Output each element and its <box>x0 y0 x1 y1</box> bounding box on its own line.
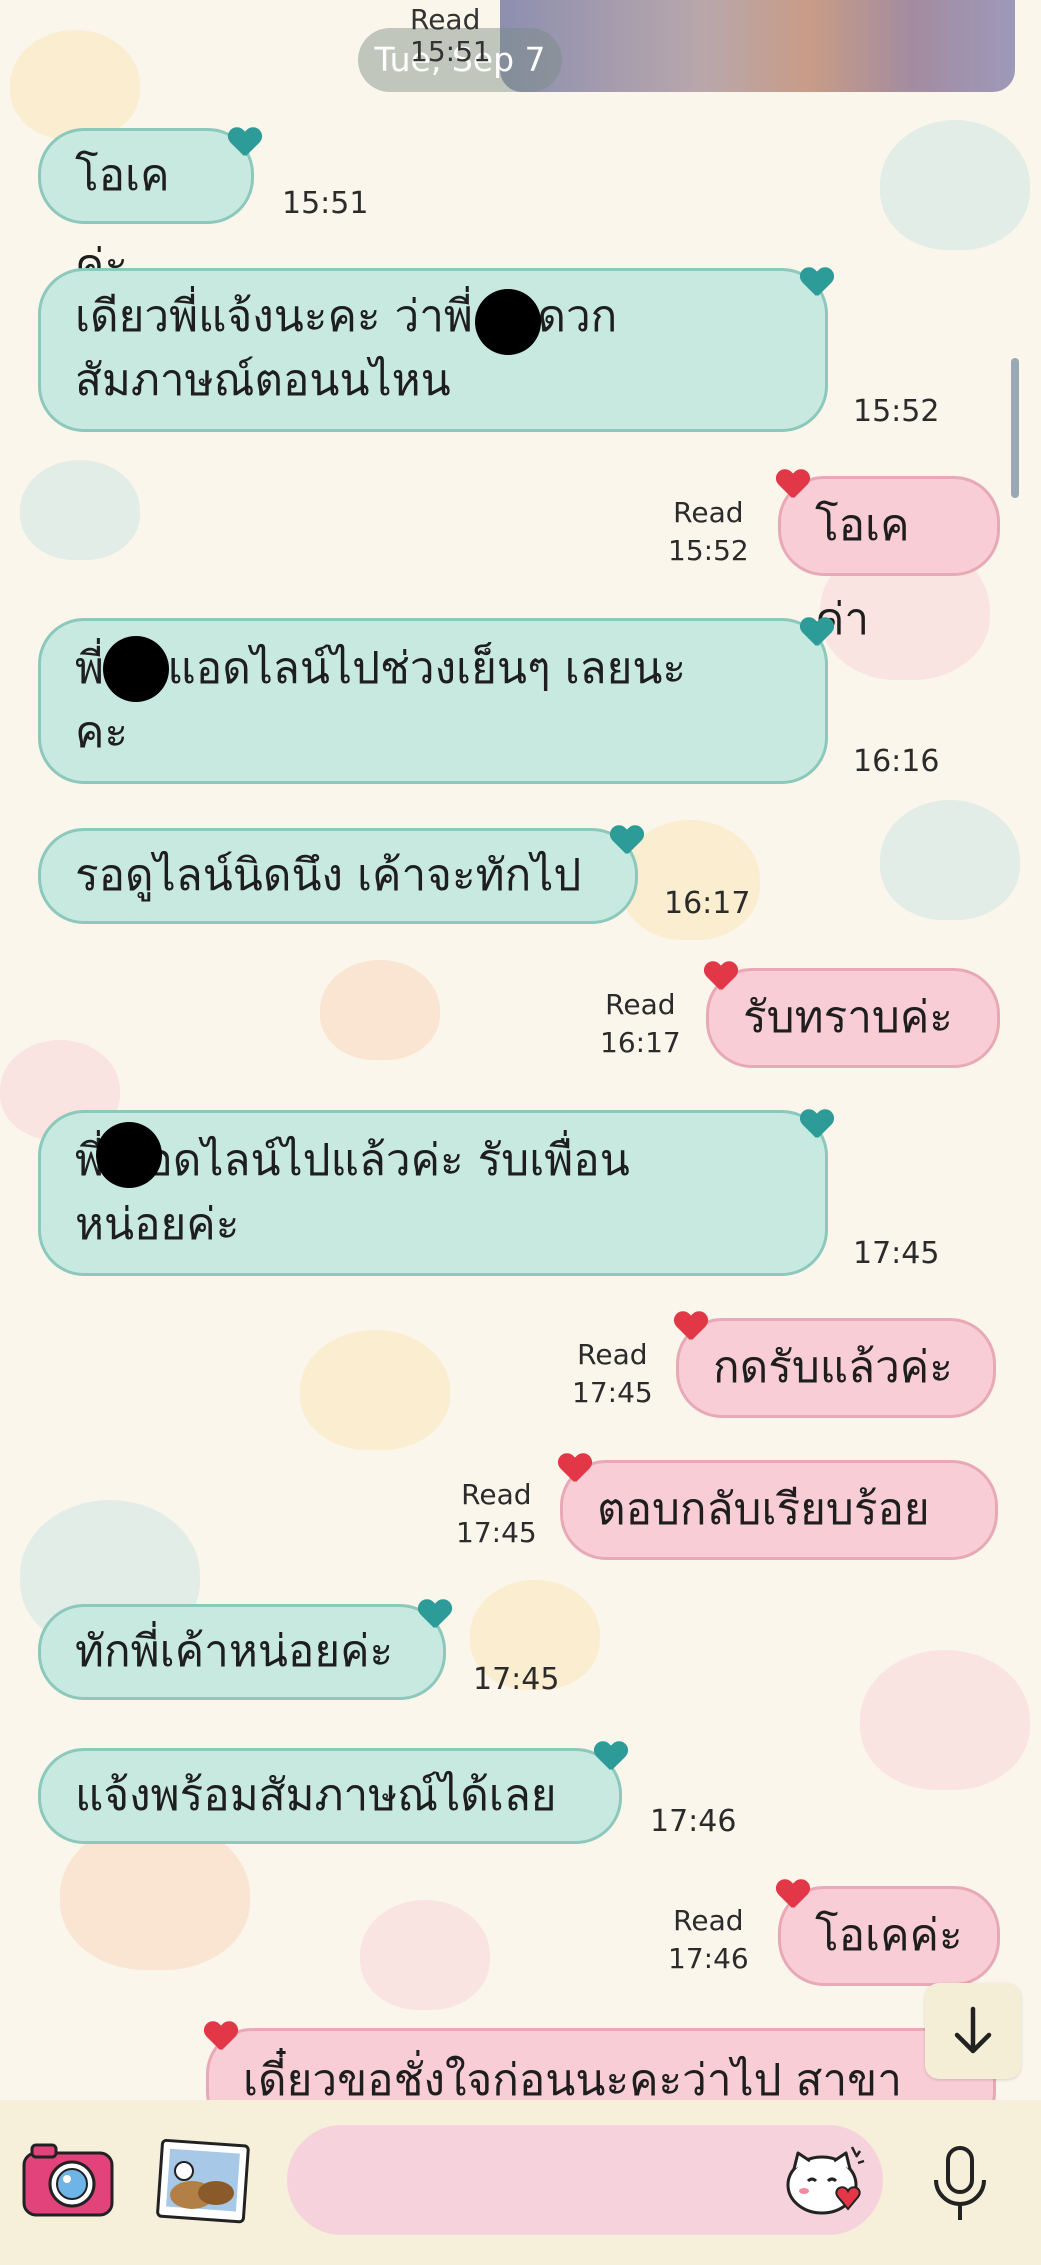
read-receipt: Read 17:46 <box>668 1904 749 1975</box>
message-bubble: กดรับแล้วค่ะ <box>676 1318 996 1418</box>
message-bubble: โอเคค่า <box>778 476 1000 645</box>
media-preview-thumbnail[interactable] <box>500 0 1015 92</box>
message-text: ทักพี่เค้าหน่อยค่ะ <box>75 1626 394 1677</box>
message-text: แจ้งพร้อมสัมภาษณ์ได้เลย <box>75 1770 557 1821</box>
heart-icon <box>594 1742 628 1772</box>
read-receipt-top: Read 15:51 <box>410 3 491 68</box>
heart-icon <box>800 1110 834 1140</box>
heart-icon <box>418 1600 452 1630</box>
message-time: 16:16 <box>853 744 940 779</box>
message-text-line: หน่อยค่ะ <box>75 1199 240 1250</box>
message-text: ตอบกลับเรียบร้อย <box>597 1484 930 1535</box>
message-text-line: พี่ แอดไลน์ไปแล้วค่ะ รับเพื่อน <box>75 1135 630 1186</box>
heart-icon <box>204 2022 238 2052</box>
read-receipt: Read 15:52 <box>668 496 749 567</box>
message-time: 15:51 <box>282 186 369 221</box>
message-time: 15:52 <box>853 394 940 429</box>
heart-icon <box>800 268 834 298</box>
message-bubble: ทักพี่เค้าหน่อยค่ะ <box>38 1604 446 1700</box>
message-text-line: พี่ จะแอดไลน์ไปช่วงเย็นๆ เลยนะ <box>75 643 687 694</box>
heart-icon <box>558 1454 592 1484</box>
heart-icon <box>776 1880 810 1910</box>
message-bubble: รับทราบค่ะ <box>706 968 1000 1068</box>
redaction-mark <box>475 289 541 355</box>
message-text-line: สัมภาษณ์ตอนนไหน <box>75 355 451 406</box>
message-time: 17:46 <box>650 1804 737 1839</box>
scrollbar-thumb[interactable] <box>1011 358 1019 498</box>
gallery-button[interactable] <box>152 2135 252 2225</box>
scroll-to-bottom-button[interactable] <box>925 1983 1021 2079</box>
message-text: โอเคค่ะ <box>815 1910 963 1961</box>
message-time: 17:45 <box>473 1662 560 1697</box>
message-text: รอดูไลน์นิดนึง เค้าจะทักไป <box>75 850 582 901</box>
heart-icon <box>228 128 262 158</box>
message-bubble: โอเคค่ะ <box>38 128 254 291</box>
read-receipt: Read 17:45 <box>572 1338 653 1409</box>
camera-icon <box>22 2143 114 2217</box>
message-bubble: โอเคค่ะ <box>778 1886 1000 1986</box>
heart-icon <box>776 470 810 500</box>
microphone-icon <box>934 2146 986 2220</box>
message-bubble: พี่ แอดไลน์ไปแล้วค่ะ รับเพื่อน หน่อยค่ะ <box>38 1110 828 1276</box>
message-text: กดรับแล้วค่ะ <box>713 1342 953 1393</box>
sticker-icon <box>786 2146 865 2215</box>
heart-icon <box>800 618 834 648</box>
heart-icon <box>674 1312 708 1342</box>
voice-message-button[interactable] <box>920 2140 1000 2230</box>
heart-icon <box>610 826 644 856</box>
sticker-button[interactable] <box>780 2135 870 2225</box>
message-text: เดี๋ยวขอชั่งใจก่อนนะคะว่าไป สาขา <box>243 2055 902 2106</box>
message-text-line: คะ <box>75 707 129 758</box>
camera-button[interactable] <box>18 2135 118 2225</box>
message-bubble: เดียวพี่แจ้งนะคะ ว่าพี่ สะดวก สัมภาษณ์ตอ… <box>38 268 828 432</box>
message-bubble: ตอบกลับเรียบร้อย <box>560 1460 998 1560</box>
message-bubble: แจ้งพร้อมสัมภาษณ์ได้เลย <box>38 1748 622 1844</box>
redaction-mark <box>103 636 169 702</box>
read-receipt: Read 17:45 <box>456 1478 537 1549</box>
arrow-down-icon <box>954 2006 992 2054</box>
heart-icon <box>704 962 738 992</box>
read-receipt: Read 16:17 <box>600 988 681 1059</box>
redaction-mark <box>96 1122 162 1188</box>
message-time: 16:17 <box>664 886 751 921</box>
message-text: รับทราบค่ะ <box>743 992 953 1043</box>
message-bubble: รอดูไลน์นิดนึง เค้าจะทักไป <box>38 828 638 924</box>
gallery-icon <box>156 2138 250 2224</box>
message-time: 17:45 <box>853 1236 940 1271</box>
message-text-line: เดียวพี่แจ้งนะคะ ว่าพี่ สะดวก <box>75 291 618 342</box>
